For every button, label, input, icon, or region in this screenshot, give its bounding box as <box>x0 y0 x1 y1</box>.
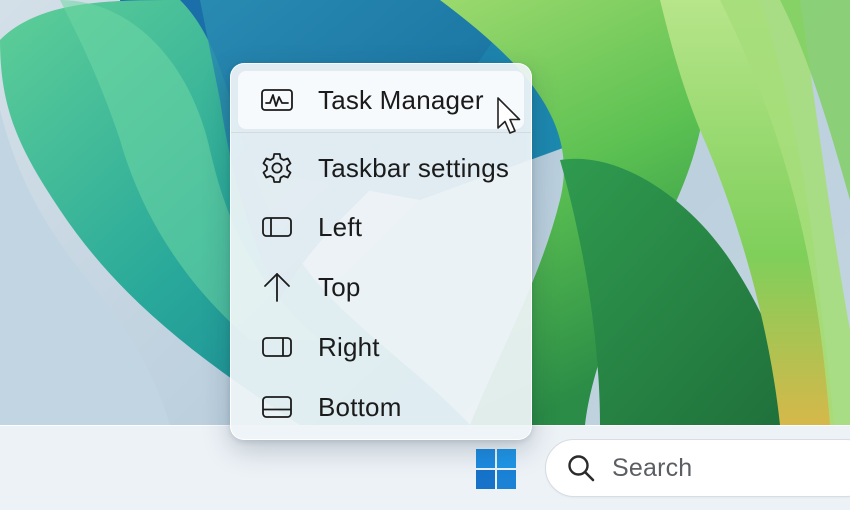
taskbar-context-menu: Task Manager Taskbar settings Left Top R… <box>230 63 532 440</box>
menu-item-label: Bottom <box>318 391 402 422</box>
menu-item-right[interactable]: Right <box>238 317 524 377</box>
mouse-pointer-icon <box>497 97 521 134</box>
search-placeholder: Search <box>612 453 693 482</box>
task-manager-icon <box>260 83 294 117</box>
dock-right-icon <box>260 330 294 364</box>
menu-item-label: Top <box>318 271 361 302</box>
menu-item-taskbar-settings[interactable]: Taskbar settings <box>238 139 524 197</box>
search-icon <box>568 455 595 482</box>
menu-item-label: Left <box>318 211 363 242</box>
arrow-up-icon <box>260 270 294 304</box>
menu-item-bottom[interactable]: Bottom <box>238 377 524 437</box>
menu-separator <box>231 132 531 133</box>
dock-bottom-icon <box>260 390 294 424</box>
menu-item-task-manager[interactable]: Task Manager <box>238 71 524 129</box>
taskbar-search-box[interactable]: Search <box>545 439 850 497</box>
menu-item-label: Taskbar settings <box>318 152 510 183</box>
windows-logo-icon <box>476 449 516 489</box>
menu-item-label: Task Manager <box>318 84 484 115</box>
menu-item-left[interactable]: Left <box>238 197 524 257</box>
start-button[interactable] <box>468 441 524 497</box>
dock-left-icon <box>260 210 294 244</box>
menu-item-top[interactable]: Top <box>238 257 524 317</box>
menu-item-label: Right <box>318 331 380 362</box>
gear-icon <box>260 151 294 185</box>
